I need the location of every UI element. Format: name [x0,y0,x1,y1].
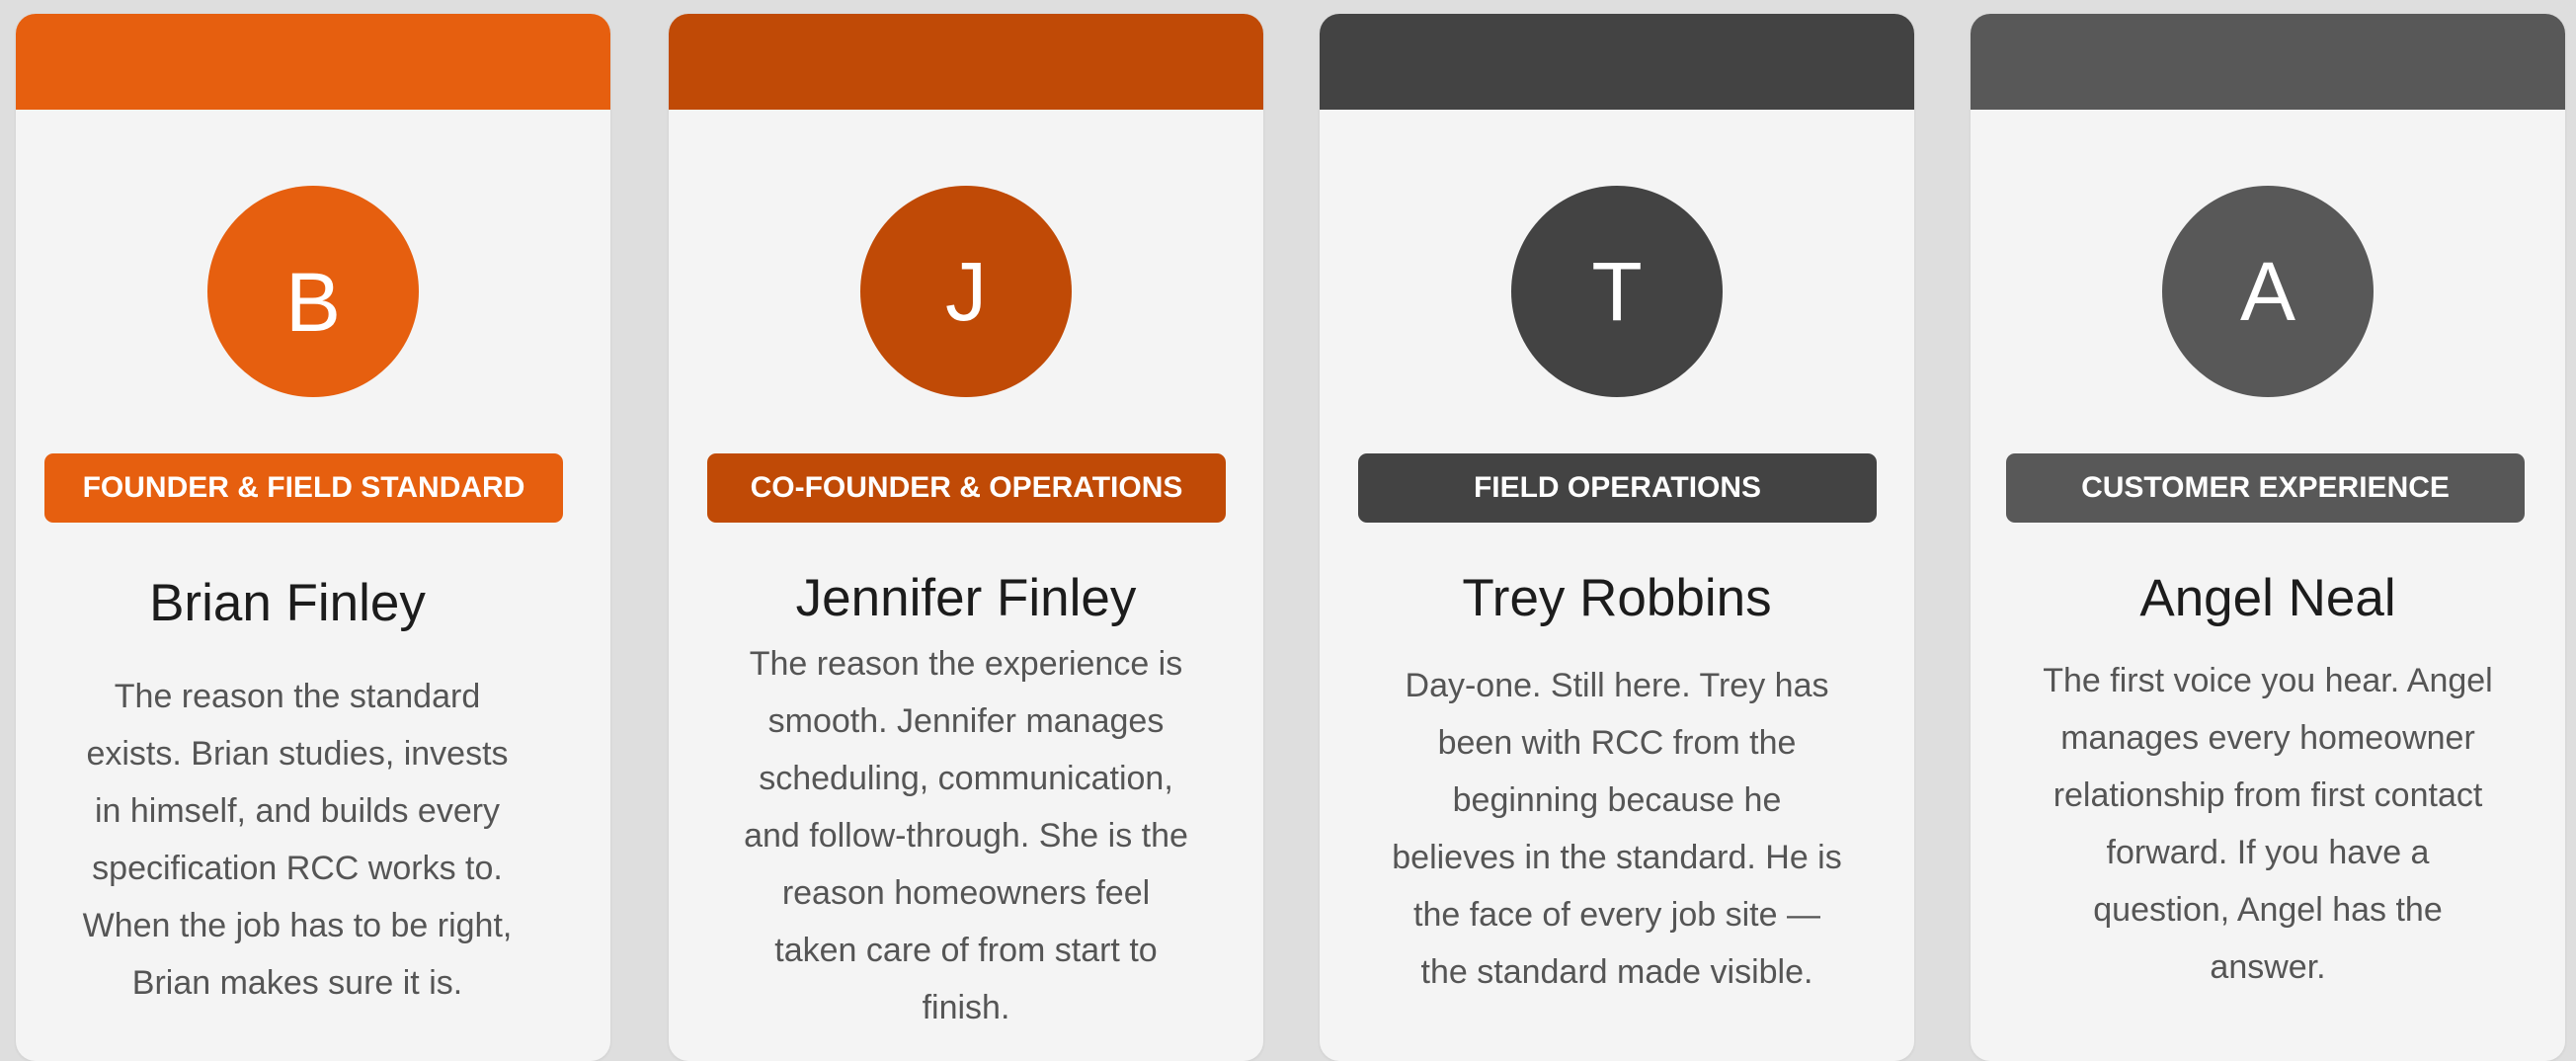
card-accent-bar [1320,14,1914,110]
team-card-angel-neal: A CUSTOMER EXPERIENCE Angel Neal The fir… [1971,14,2565,1061]
bio-line: question, Angel has the [2093,891,2443,929]
bio-line: specification RCC works to. [92,850,503,887]
bio-line: in himself, and builds every [94,792,501,830]
avatar: A [2162,186,2374,397]
person-name: Jennifer Finley [795,569,1137,627]
bio-line: The first voice you hear. Angel [2043,662,2493,699]
bio-line: the face of every job site — [1413,896,1820,934]
person-name: Angel Neal [2139,569,2396,627]
avatar: J [860,186,1072,397]
card-accent-bar [669,14,1263,110]
bio-line: The reason the standard [114,678,481,715]
team-card-brian-finley: B FOUNDER & FIELD STANDARD Brian Finley … [16,14,610,1061]
bio-line: believes in the standard. He is [1392,839,1842,876]
bio-line: Brian makes sure it is. [131,964,463,1002]
bio-line: scheduling, communication, [759,760,1173,797]
role-badge: FOUNDER & FIELD STANDARD [44,453,563,523]
bio-line: Day-one. Still here. Trey has [1405,667,1829,704]
card-accent-bar [1971,14,2565,110]
person-bio: The reason the standard exists. Brian st… [16,668,595,1012]
avatar: T [1511,186,1723,397]
person-bio: The reason the experience is smooth. Jen… [669,635,1263,1036]
bio-line: finish. [922,989,1010,1026]
bio-line: relationship from first contact [2053,776,2483,814]
bio-line: When the job has to be right, [82,907,513,944]
bio-line: and follow-through. She is the [744,817,1188,855]
bio-line: beginning because he [1452,781,1782,819]
person-bio: The first voice you hear. Angel manages … [1971,652,2565,996]
bio-line: exists. Brian studies, invests [86,735,509,773]
person-bio: Day-one. Still here. Trey has been with … [1320,657,1914,1001]
bio-line: taken care of from start to [774,932,1158,969]
person-name: Brian Finley [149,574,426,632]
role-badge: FIELD OPERATIONS [1358,453,1877,523]
bio-line: reason homeowners feel [781,874,1151,912]
bio-line: been with RCC from the [1437,724,1797,762]
person-name: Trey Robbins [1462,569,1772,627]
card-accent-bar [16,14,610,110]
bio-line: The reason the experience is [749,645,1183,683]
role-badge: CUSTOMER EXPERIENCE [2006,453,2525,523]
bio-line: answer. [2210,948,2326,986]
bio-line: the standard made visible. [1420,953,1813,991]
team-grid: B FOUNDER & FIELD STANDARD Brian Finley … [0,0,2576,1061]
bio-line: manages every homeowner [2060,719,2475,757]
avatar: B [207,186,419,397]
team-card-trey-robbins: T FIELD OPERATIONS Trey Robbins Day-one.… [1320,14,1914,1061]
role-badge: CO-FOUNDER & OPERATIONS [707,453,1226,523]
bio-line: forward. If you have a [2106,834,2430,871]
bio-line: smooth. Jennifer manages [767,702,1165,740]
team-card-jennifer-finley: J CO-FOUNDER & OPERATIONS Jennifer Finle… [669,14,1263,1061]
